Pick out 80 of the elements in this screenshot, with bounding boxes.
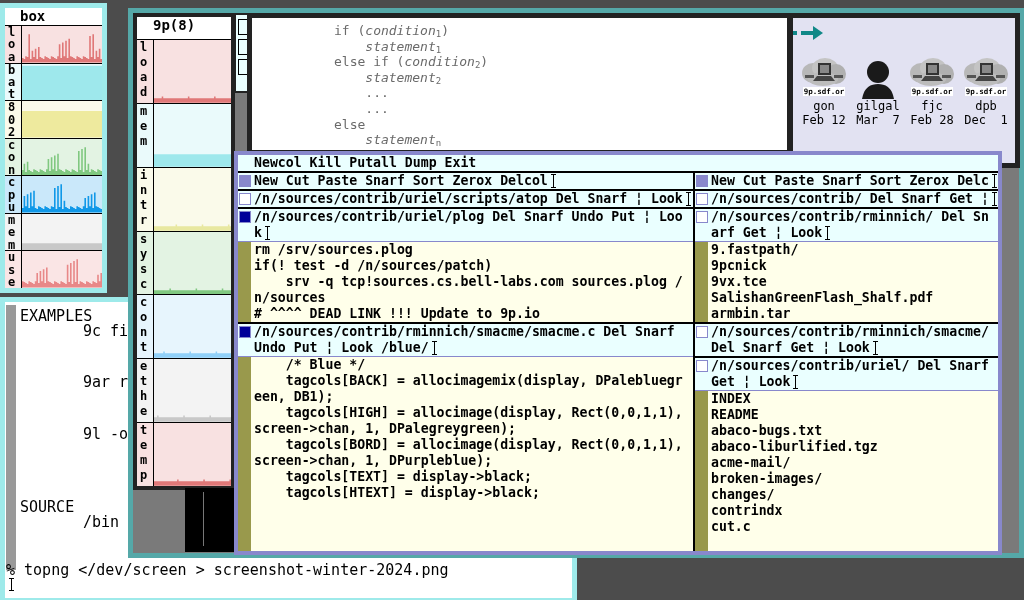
text-line: tagcols[TEXT] = display->black;: [284, 469, 533, 485]
text-line: 9l -o: [83, 426, 129, 442]
text-line: statement$_{n}$: [364, 132, 443, 148]
stat-label: bat: [5, 63, 22, 101]
text-line: /bin: [83, 515, 120, 531]
window-tag[interactable]: /n/sources/contrib/rminnich/ Del Snarf Get ¦ Look: [709, 209, 989, 241]
window-tag[interactable]: /n/sources/contrib/rminnich/smacme/smacme.c Del Snarf Undo Put ¦ Look /blue/: [252, 324, 683, 356]
text-line: else if (condition$_{2}$): [334, 54, 490, 70]
text-line: 9c fi: [83, 324, 129, 340]
scrollbar[interactable]: [695, 242, 708, 322]
text-line: 9vx.tce: [711, 274, 768, 290]
window-handle[interactable]: [696, 326, 708, 338]
column-tag[interactable]: New Cut Paste Snarf Sort Zerox Delcol: [252, 173, 683, 189]
face-date: Feb 28: [910, 113, 954, 127]
text-line: contrindx: [711, 503, 784, 519]
blank-window: [185, 488, 235, 552]
stat-label: load: [137, 40, 154, 103]
face-name[interactable]: fjc: [921, 99, 943, 113]
command-line[interactable]: % topng </dev/screen > screenshot-winter-2024.png: [6, 562, 449, 578]
scrollbar[interactable]: [238, 242, 251, 322]
text-line: tagcols[HIGH] = allocimage(display, Rect(0,0,1,1), screen->chan, 1, DPalegreygreen);: [254, 405, 683, 437]
column-handle[interactable]: [696, 175, 708, 187]
face-date: Feb 12: [802, 113, 846, 127]
stat-label: cont: [137, 295, 154, 359]
text-line: /* Blue */: [284, 357, 367, 373]
scrollbar[interactable]: [238, 357, 251, 551]
arrow-icon[interactable]: [793, 26, 825, 40]
text-line: 9pcnick: [711, 258, 768, 274]
computer-icon: [909, 57, 955, 87]
text-line: else: [334, 116, 367, 133]
text-line: if (condition$_{1}$): [334, 23, 450, 39]
text-line: SOURCE: [20, 499, 75, 515]
text-line: ...: [364, 100, 390, 117]
computer-icon: [963, 57, 1009, 87]
window-handle[interactable]: [239, 211, 251, 223]
text-line: broken-images/: [711, 471, 824, 487]
text-line: statement$_{1}$: [364, 38, 443, 55]
text-line: tagcols[HTEXT] = display->black;: [284, 485, 541, 501]
row-tag[interactable]: Newcol Kill Putall Dump Exit: [238, 155, 998, 173]
text-line: rm /srv/sources.plog: [254, 242, 414, 258]
stat-label: temp: [137, 423, 154, 486]
text-line: abaco-liburlified.tgz: [711, 439, 879, 455]
text-line: changes/: [711, 487, 776, 503]
window-tag[interactable]: /n/sources/contrib/uriel/ Del Snarf Get ¦ Look: [709, 358, 989, 390]
text-line: INDEX: [711, 391, 752, 407]
face-date: Mar 7: [856, 113, 900, 127]
stat-label: use: [5, 251, 22, 288]
window-handle[interactable]: [239, 326, 251, 338]
stat-label: intr: [137, 167, 154, 231]
window-handle[interactable]: [239, 193, 251, 205]
face-date: Dec 1: [964, 113, 1008, 127]
stat-label: mem: [137, 103, 154, 167]
text-line: 9.fastpath/: [711, 242, 800, 258]
text-line: srv -q tcp!sources.cs.bell-labs.com sources.plog /n/sources: [254, 274, 683, 306]
text-line: tagcols[BACK] = allocimagemix(display, DPalebluegreen, DB1);: [254, 373, 683, 405]
scrollbar[interactable]: [695, 391, 708, 551]
text-line: if(! test -d /n/sources/patch): [254, 258, 494, 274]
column-handle[interactable]: [239, 175, 251, 187]
window-handle[interactable]: [696, 211, 708, 223]
text-line: README: [711, 407, 760, 423]
face-name[interactable]: gon: [813, 99, 835, 113]
text-line: acme-mail/: [711, 455, 792, 471]
text-line: # ^^^^ DEAD LINK !!! Update to 9p.io: [254, 306, 541, 322]
text-line: cut.c: [711, 519, 752, 535]
text-line: armbin.tar: [711, 306, 791, 322]
text-line: ...: [364, 85, 390, 101]
text-line: statement$_{2}$: [364, 69, 443, 86]
computer-icon: [801, 57, 847, 87]
face-name[interactable]: dpb: [975, 99, 997, 113]
text-line: EXAMPLES: [20, 309, 93, 325]
text-line: 9ar r: [83, 375, 129, 391]
stat-label: ethe: [137, 359, 154, 423]
text-line: tagcols[BORD] = allocimage(display, Rect(0,0,1,1), screen->chan, 1, DPurpleblue);: [254, 437, 683, 469]
face-name[interactable]: gilgal: [856, 99, 900, 113]
text-line: abaco-bugs.txt: [711, 423, 824, 439]
text-line: SalishanGreenFlash_Shalf.pdf: [711, 290, 935, 306]
window-handle[interactable]: [696, 360, 708, 372]
stat-label: sysc: [137, 231, 154, 295]
text-cursor-icon: [9, 578, 14, 591]
window-handle[interactable]: [696, 193, 708, 205]
